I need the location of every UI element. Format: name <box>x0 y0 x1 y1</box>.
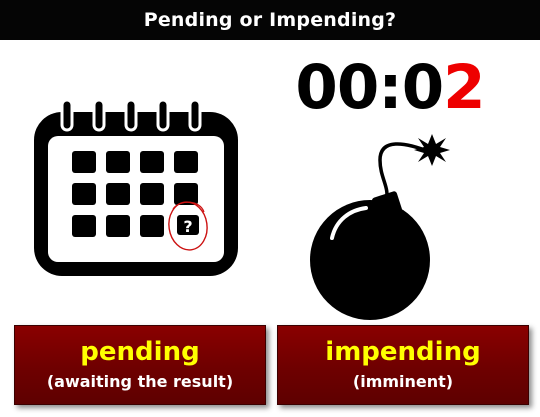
timer-last-digit: 2 <box>443 51 485 123</box>
countdown-timer: 00:0 2 <box>290 51 490 123</box>
page-title: Pending or Impending? <box>143 9 397 31</box>
answer-gloss: (imminent) <box>352 372 454 391</box>
calendar-question-mark: ? <box>183 217 192 236</box>
answer-impending-button[interactable]: impending (imminent) <box>277 325 529 405</box>
answer-word: impending <box>325 337 481 367</box>
title-bar: Pending or Impending? <box>0 0 540 40</box>
answer-gloss: (awaiting the result) <box>46 372 234 391</box>
bomb-icon <box>310 120 470 320</box>
timer-prefix: 00:0 <box>295 51 444 123</box>
calendar-icon: ? <box>22 96 252 286</box>
answer-pending-button[interactable]: pending (awaiting the result) <box>14 325 266 405</box>
answer-word: pending <box>80 337 200 367</box>
